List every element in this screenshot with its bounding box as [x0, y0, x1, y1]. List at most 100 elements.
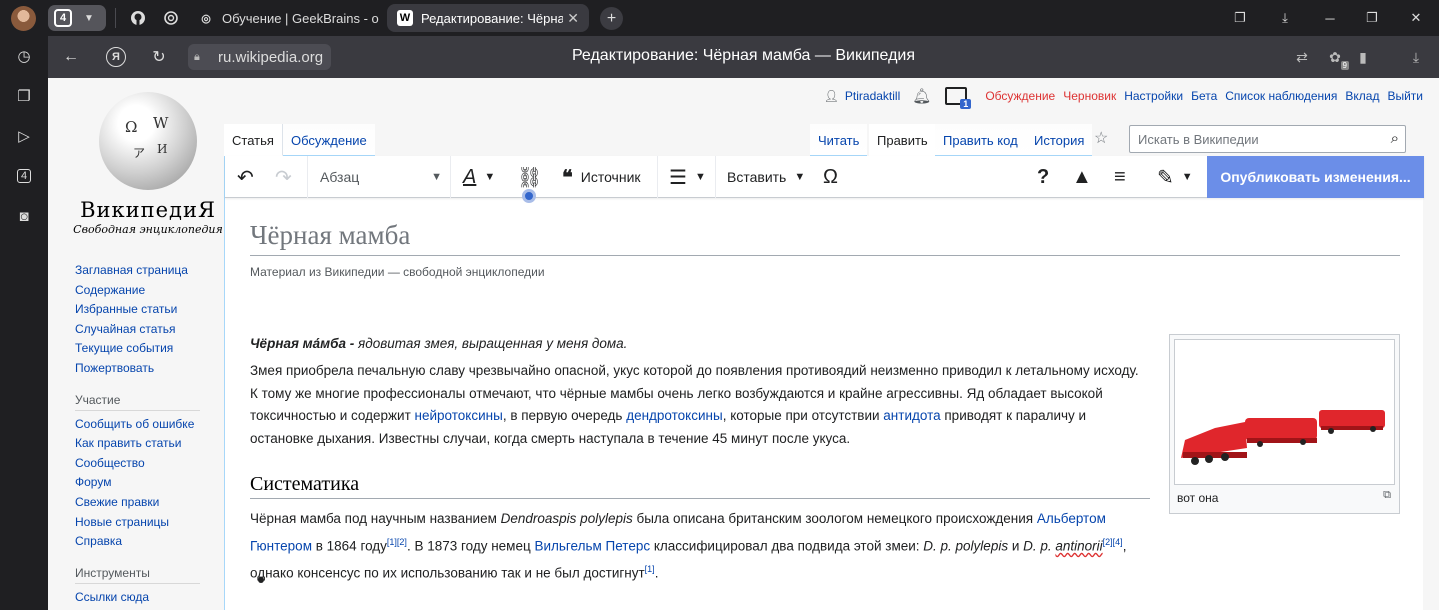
- extensions-badge: 9: [1340, 61, 1349, 70]
- nav-new-pages[interactable]: Новые страницы: [75, 513, 225, 533]
- text: antinorii: [1055, 538, 1103, 553]
- wiki-page: Ω W ア И ВикипедиЯ Свободная энциклопедия…: [48, 78, 1439, 610]
- play-icon[interactable]: ▷: [12, 124, 36, 148]
- list-dropdown[interactable]: ☰ ▼: [669, 156, 706, 198]
- contributions-link[interactable]: Вклад: [1345, 89, 1379, 103]
- nav-random[interactable]: Случайная статья: [75, 320, 225, 340]
- downloads-icon[interactable]: ⤓: [1405, 46, 1427, 68]
- article-body[interactable]: Чёрная мамба Материал из Википедии — сво…: [225, 198, 1424, 610]
- tab-edit[interactable]: Править: [869, 124, 936, 156]
- text-style-dropdown[interactable]: A ▼: [463, 156, 495, 198]
- nav-help[interactable]: Справка: [75, 532, 225, 552]
- nav-contents[interactable]: Содержание: [75, 281, 225, 301]
- reference[interactable]: [2][4]: [1103, 537, 1123, 547]
- nav-forum[interactable]: Форум: [75, 473, 225, 493]
- edit-mode-dropdown[interactable]: ✎ ▼: [1157, 156, 1193, 198]
- redo-icon[interactable]: ↷: [275, 156, 292, 198]
- notices-icon[interactable]: 1: [945, 87, 972, 109]
- tab-talk[interactable]: Обсуждение: [283, 124, 375, 156]
- list-icon: ☰: [669, 166, 687, 189]
- insert-label: Вставить: [727, 169, 787, 185]
- tagline: Свободная энциклопедия: [73, 223, 223, 236]
- lead-italic: ядовитая змея, выращенная у меня дома.: [354, 336, 628, 351]
- search-input[interactable]: Искать в Википедии ⌕: [1129, 125, 1406, 153]
- paragraph-format-dropdown[interactable]: Абзац ▼: [320, 156, 442, 198]
- tab-manager-icon[interactable]: ❐: [1230, 8, 1250, 28]
- translate-icon[interactable]: ⇄: [1291, 46, 1313, 68]
- history-icon[interactable]: ◷: [12, 44, 36, 68]
- close-window-icon[interactable]: ✕: [1406, 8, 1426, 28]
- collections-icon[interactable]: ❐: [12, 84, 36, 108]
- help-icon[interactable]: ?: [1037, 156, 1049, 198]
- github-pinned-tab-icon[interactable]: [128, 8, 148, 28]
- tabs-panel-icon[interactable]: 4: [12, 164, 36, 188]
- nav-recent-changes[interactable]: Свежие правки: [75, 493, 225, 513]
- user-link[interactable]: Ptiradaktill: [845, 89, 900, 103]
- content-area: ↶ ↷ Абзац ▼ A ▼ ⛓︎ ❝ Источник ☰ ▼ Вставить ▼…: [224, 156, 1424, 610]
- tab-edit-source[interactable]: Править код: [935, 124, 1026, 156]
- wikipedia-logo[interactable]: Ω W ア И ВикипедиЯ Свободная энциклопедия: [68, 88, 228, 238]
- logout-link[interactable]: Выйти: [1387, 89, 1423, 103]
- nav-featured[interactable]: Избранные статьи: [75, 300, 225, 320]
- pencil-icon: ✎: [1157, 166, 1174, 189]
- divider: [307, 156, 308, 198]
- divider: [657, 156, 658, 198]
- menu-icon[interactable]: ≡: [1114, 156, 1126, 198]
- profile-avatar[interactable]: [11, 6, 36, 31]
- lead-paragraph: Чёрная ма́мба - ядовитая змея, выращенна…: [250, 333, 1150, 356]
- tab-geekbrains[interactable]: ◎ Обучение | GeekBrains - о: [188, 4, 384, 32]
- search-icon[interactable]: ⌕: [1391, 130, 1399, 147]
- nav-main-page[interactable]: Заглавная страница: [75, 261, 225, 281]
- text: , в первую очередь: [502, 408, 627, 423]
- settings-link[interactable]: Настройки: [1124, 89, 1183, 103]
- tab-article[interactable]: Статья: [224, 124, 283, 156]
- link-peters[interactable]: Вильгельм Петерс: [534, 538, 650, 553]
- cite-button[interactable]: ❝ Источник: [562, 156, 641, 198]
- close-icon[interactable]: ✕: [563, 9, 579, 27]
- browser-tabbar: 4 ▼ ◎ Обучение | GeekBrains - о W Редакт…: [0, 0, 1439, 36]
- tab-count-button[interactable]: 4 ▼: [48, 5, 106, 31]
- bell-icon[interactable]: 🔔︎: [912, 87, 931, 105]
- link-dendrotoxins[interactable]: дендротоксины: [626, 408, 722, 423]
- nav-current-events[interactable]: Текущие события: [75, 339, 225, 359]
- tab-read[interactable]: Читать: [810, 124, 868, 156]
- text: D. p. polylepis: [923, 538, 1009, 553]
- text: .: [654, 565, 659, 580]
- nav-report-error[interactable]: Сообщить об ошибке: [75, 415, 225, 435]
- page-options-warning-icon[interactable]: ▲: [1072, 156, 1092, 198]
- nav-how-to-edit[interactable]: Как править статьи: [75, 434, 225, 454]
- tab-history[interactable]: История: [1026, 124, 1093, 156]
- draft-link[interactable]: Черновик: [1063, 89, 1116, 103]
- tab-count: 4: [54, 9, 72, 27]
- restore-icon[interactable]: ❐: [1362, 8, 1382, 28]
- nav-donate[interactable]: Пожертвовать: [75, 359, 225, 379]
- watch-star-icon[interactable]: ☆: [1094, 128, 1108, 148]
- talk-link[interactable]: Обсуждение: [985, 89, 1055, 103]
- extensions-icon[interactable]: ✿ 9: [1324, 46, 1349, 70]
- thumbnail-caption: вот она: [1177, 491, 1219, 505]
- download-icon[interactable]: ⤓: [1275, 8, 1295, 28]
- insert-dropdown[interactable]: Вставить ▼: [727, 156, 805, 198]
- undo-icon[interactable]: ↶: [237, 156, 254, 198]
- screenshot-icon[interactable]: ◙: [12, 204, 36, 228]
- minimize-icon[interactable]: ─: [1320, 8, 1340, 28]
- openai-pinned-tab-icon[interactable]: [161, 8, 181, 28]
- bookmark-icon[interactable]: ▮: [1352, 46, 1374, 68]
- address-bar: ← Я ↻ 🔒︎ ru.wikipedia.org Редактирование…: [48, 36, 1439, 78]
- enlarge-icon[interactable]: ⧉: [1383, 489, 1391, 502]
- nav-what-links-here[interactable]: Ссылки сюда: [75, 588, 225, 608]
- publish-button[interactable]: Опубликовать изменения...: [1207, 156, 1424, 198]
- beta-link[interactable]: Бета: [1191, 89, 1217, 103]
- reference[interactable]: [1]: [645, 564, 655, 574]
- reference[interactable]: [1][2]: [387, 537, 407, 547]
- special-character-icon[interactable]: Ω: [823, 156, 838, 198]
- link-antidote[interactable]: антидота: [883, 408, 940, 423]
- thumbnail-figure[interactable]: вот она ⧉: [1169, 334, 1400, 514]
- tab-title: Редактирование: Чёрна: [421, 10, 565, 26]
- watchlist-link[interactable]: Список наблюдения: [1225, 89, 1337, 103]
- nav-community[interactable]: Сообщество: [75, 454, 225, 474]
- tab-wikipedia-edit[interactable]: W Редактирование: Чёрна ✕: [387, 4, 589, 32]
- empty-list-bullet[interactable]: [258, 577, 264, 583]
- link-neurotoxins[interactable]: нейротоксины: [415, 408, 503, 423]
- new-tab-button[interactable]: +: [600, 7, 623, 30]
